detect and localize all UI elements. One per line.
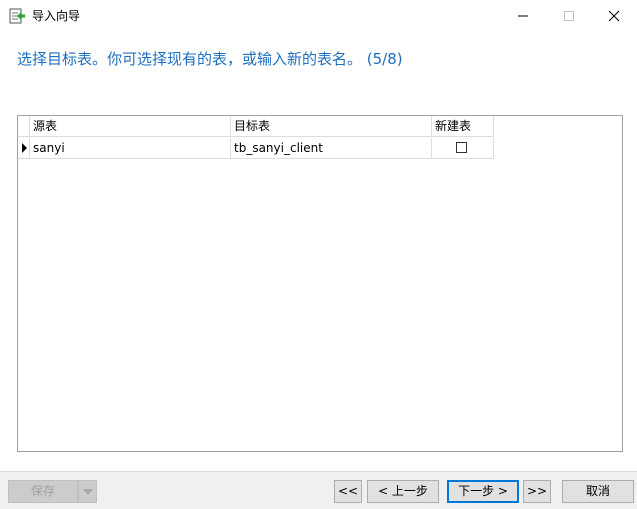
close-button[interactable] — [591, 0, 637, 32]
column-header-target[interactable]: 目标表 — [231, 116, 432, 137]
grid-header: 源表 目标表 新建表 — [18, 116, 494, 138]
new-table-cell[interactable] — [432, 138, 494, 159]
title-bar: 导入向导 — [0, 0, 637, 32]
table-mapping-grid[interactable]: 源表 目标表 新建表 sanyi tb_sanyi_client — [17, 115, 623, 452]
maximize-button[interactable] — [546, 0, 592, 32]
save-button[interactable]: 保存 — [8, 480, 78, 503]
chevron-down-icon — [83, 489, 93, 495]
current-row-arrow-icon — [22, 143, 27, 153]
step-heading: 选择目标表。你可选择现有的表，或输入新的表名。 (5/8) — [17, 50, 403, 68]
source-table-cell[interactable]: sanyi — [30, 138, 231, 159]
save-dropdown-button[interactable] — [78, 480, 97, 503]
import-wizard-icon — [9, 8, 26, 25]
column-header-new-table[interactable]: 新建表 — [432, 116, 494, 137]
column-header-source[interactable]: 源表 — [30, 116, 231, 137]
minimize-button[interactable] — [500, 0, 546, 32]
last-step-button[interactable]: >> — [523, 480, 551, 503]
first-step-button[interactable]: << — [334, 480, 362, 503]
table-row[interactable]: sanyi tb_sanyi_client — [18, 138, 494, 159]
window-title: 导入向导 — [32, 9, 81, 23]
previous-step-button[interactable]: < 上一步 — [367, 480, 439, 503]
new-table-checkbox[interactable] — [456, 142, 467, 153]
next-step-button[interactable]: 下一步 > — [447, 480, 519, 503]
target-table-cell[interactable]: tb_sanyi_client — [231, 138, 432, 159]
row-indicator-header — [18, 116, 30, 137]
cancel-button[interactable]: 取消 — [562, 480, 634, 503]
row-indicator[interactable] — [18, 138, 30, 159]
